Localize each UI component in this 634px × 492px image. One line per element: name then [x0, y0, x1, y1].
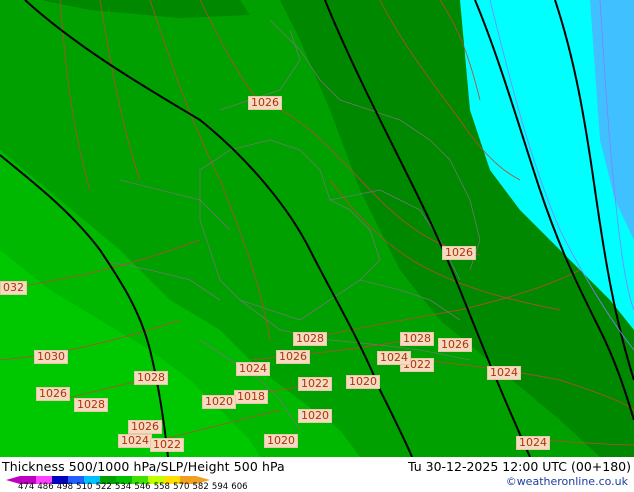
isobar-label-1020-east: 1020	[346, 375, 380, 389]
isobar-label-1028-east: 1028	[400, 332, 434, 346]
weather-map: 1026 1026 032 1030 1028 1028 1026 1026 1024 1022 1…	[0, 0, 634, 457]
isobar-label-1026-west: 1026	[36, 387, 70, 401]
scale-tick: 546	[134, 482, 151, 492]
scale-tick: 498	[56, 482, 74, 492]
isobar-label-1026-south: 1026	[128, 420, 162, 434]
map-footer: Thickness 500/1000 hPa/SLP/Height 500 hP…	[0, 457, 634, 492]
isobar-label-1024-center: 1024	[236, 362, 270, 376]
isobar-label-1026-north: 1026	[248, 96, 282, 110]
scale-tick: 486	[37, 482, 54, 492]
isobar-label-1020-s2: 1020	[202, 395, 236, 409]
isobar-label-1032-west: 032	[0, 281, 27, 295]
isobar-label-1022-sw: 1022	[150, 438, 184, 452]
isobar-label-1026-east: 1026	[442, 246, 476, 260]
isobar-label-1020-center: 1020	[298, 409, 332, 423]
isobar-label-1028-center: 1028	[293, 332, 327, 346]
scale-tick: 474	[18, 482, 35, 492]
scale-tick: 534	[114, 482, 132, 492]
isobar-label-1024-e2: 1024	[487, 366, 521, 380]
isobar-label-1026-center: 1026	[276, 350, 310, 364]
credit-link[interactable]: ©weatheronline.co.uk	[506, 475, 628, 488]
scale-tick: 570	[173, 482, 190, 492]
scale-tick: 510	[76, 482, 93, 492]
scale-tick: 522	[95, 482, 112, 492]
isobar-label-1026-se: 1026	[438, 338, 472, 352]
map-title: Thickness 500/1000 hPa/SLP/Height 500 hP…	[2, 459, 285, 474]
isobar-label-1024-sw: 1024	[118, 434, 152, 448]
isobar-label-1024-se2: 1024	[516, 436, 550, 450]
forecast-datetime: Tu 30-12-2025 12:00 UTC (00+180)	[408, 459, 631, 474]
color-scale-ticks: 474 486 498 510 522 534 546 558 570 582 594 606	[18, 482, 251, 492]
scale-tick: 558	[153, 482, 170, 492]
isobar-label-1024-mid: 1024	[377, 351, 411, 365]
isobar-label-1028-sw: 1028	[74, 398, 108, 412]
scale-tick: 582	[192, 482, 209, 492]
isobar-label-1022-center: 1022	[298, 377, 332, 391]
scale-tick: 594	[211, 482, 229, 492]
isobar-label-1028-west: 1028	[134, 371, 168, 385]
isobar-label-1018: 1018	[234, 390, 268, 404]
isobar-label-1030: 1030	[34, 350, 68, 364]
scale-tick: 606	[231, 482, 248, 492]
isobar-label-1020-south: 1020	[264, 434, 298, 448]
